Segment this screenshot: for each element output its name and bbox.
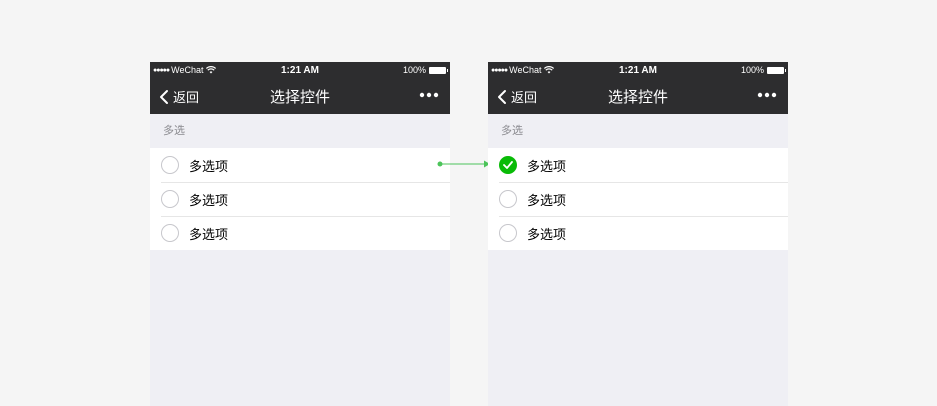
option-label: 多选项 — [527, 159, 567, 175]
more-icon — [419, 92, 439, 98]
checkbox-checked-icon[interactable] — [499, 156, 517, 174]
option-label: 多选项 — [189, 159, 229, 175]
more-button[interactable] — [418, 86, 440, 104]
arrow-right-icon — [437, 160, 490, 168]
checkbox-unchecked-icon[interactable] — [161, 224, 179, 242]
battery-icon — [429, 66, 448, 74]
checkbox-unchecked-icon[interactable] — [499, 224, 517, 242]
list-item[interactable]: 多选项 — [488, 148, 788, 182]
list-item[interactable]: 多选项 — [150, 148, 450, 182]
page-title: 选择控件 — [269, 88, 330, 106]
option-label: 多选项 — [189, 193, 229, 209]
battery: 100% — [740, 65, 786, 75]
checkbox-unchecked-icon[interactable] — [161, 190, 179, 208]
section-label: 多选 — [501, 124, 523, 137]
checkbox-list: 多选项 多选项 多选项 — [150, 148, 450, 250]
more-icon — [757, 92, 777, 98]
phone-screen-before: ●●●●● WeChat 1:21 AM 100% 返回 选择控件 多选 多选项… — [150, 62, 450, 406]
page-title: 选择控件 — [607, 88, 668, 106]
status-bar: ●●●●● WeChat 1:21 AM 100% — [150, 62, 450, 78]
list-item[interactable]: 多选项 — [488, 216, 788, 250]
battery-percent: 100% — [402, 65, 426, 75]
battery-icon — [767, 66, 786, 74]
list-item[interactable]: 多选项 — [150, 182, 450, 216]
checkmark-icon — [503, 161, 513, 169]
status-bar: ●●●●● WeChat 1:21 AM 100% — [488, 62, 788, 78]
nav-bar: 返回 选择控件 — [150, 78, 450, 114]
option-label: 多选项 — [527, 227, 567, 243]
page: ●●●●● WeChat 1:21 AM 100% 返回 选择控件 多选 多选项… — [0, 0, 937, 406]
phone-screen-after: ●●●●● WeChat 1:21 AM 100% 返回 选择控件 多选 多选项… — [488, 62, 788, 406]
checkbox-unchecked-icon[interactable] — [499, 190, 517, 208]
option-label: 多选项 — [189, 227, 229, 243]
list-item[interactable]: 多选项 — [488, 182, 788, 216]
battery: 100% — [402, 65, 448, 75]
option-label: 多选项 — [527, 193, 567, 209]
more-button[interactable] — [756, 86, 778, 104]
nav-bar: 返回 选择控件 — [488, 78, 788, 114]
battery-percent: 100% — [740, 65, 764, 75]
list-item[interactable]: 多选项 — [150, 216, 450, 250]
section-label: 多选 — [163, 124, 185, 137]
checkbox-unchecked-icon[interactable] — [161, 156, 179, 174]
checkbox-list: 多选项 多选项 多选项 — [488, 148, 788, 250]
